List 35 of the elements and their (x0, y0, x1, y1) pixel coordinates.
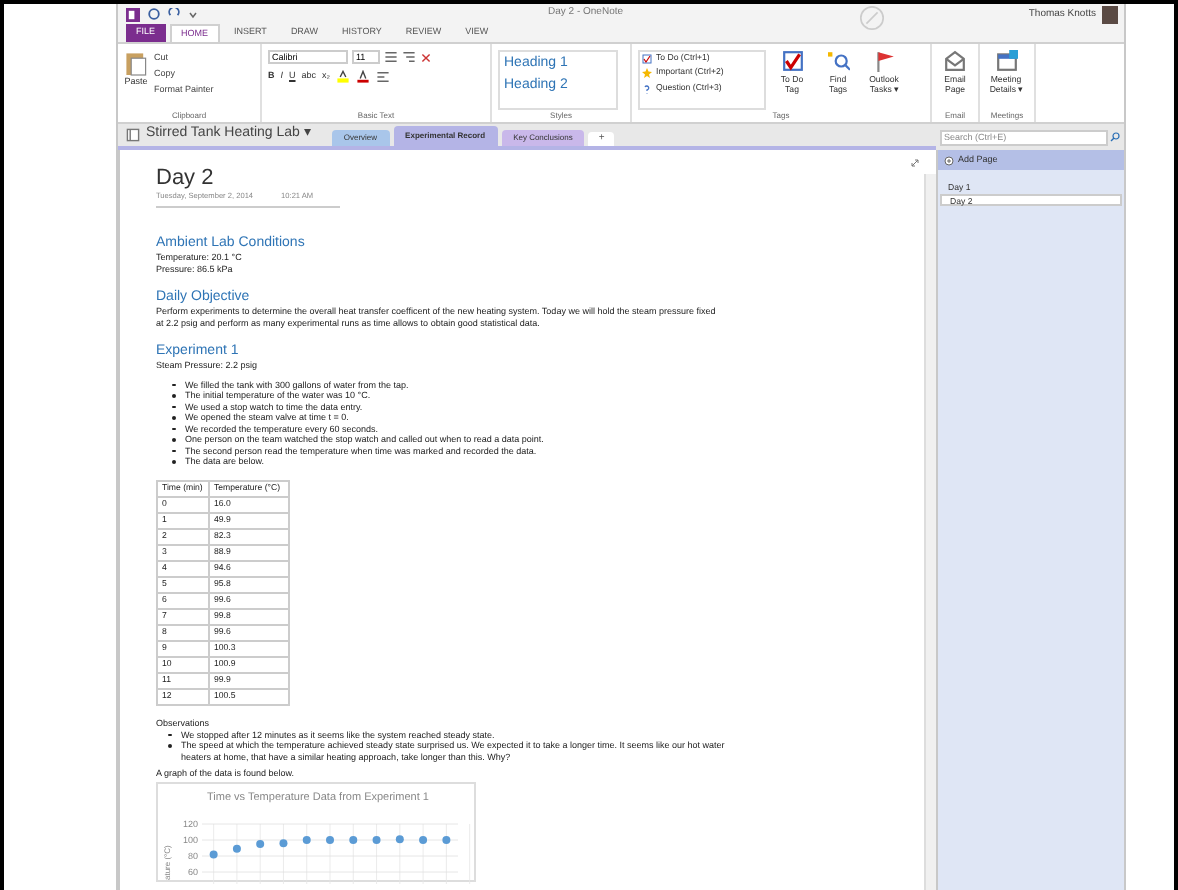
data-point (302, 836, 311, 845)
question-mark-icon (642, 83, 652, 94)
data-point (419, 836, 428, 845)
font-color-icon[interactable] (356, 70, 371, 84)
page-title: Day 2 (156, 166, 216, 192)
data-point (442, 836, 451, 845)
data-point (372, 836, 381, 845)
notebook-icon (126, 128, 140, 142)
clipboard-icon (124, 50, 148, 76)
checkbox-icon (781, 50, 803, 72)
bullets-icon[interactable] (384, 50, 398, 64)
data-point (349, 836, 358, 845)
data-point (279, 839, 288, 848)
data-point (232, 845, 241, 854)
data-point (395, 835, 404, 844)
flag-icon (873, 50, 895, 72)
clear-format-icon[interactable] (420, 51, 432, 63)
data-point (326, 836, 334, 845)
expand-icon[interactable] (910, 158, 920, 168)
align-icon[interactable] (376, 70, 391, 84)
add-icon (944, 155, 954, 165)
data-point (256, 840, 265, 849)
dropdown-icon[interactable] (188, 9, 198, 19)
avatar-placeholder (1102, 6, 1118, 24)
undo-icon[interactable] (168, 8, 180, 20)
envelope-icon (944, 50, 966, 72)
search-icon[interactable] (1110, 132, 1120, 142)
data-point (209, 850, 218, 859)
star-icon (642, 68, 652, 79)
highlight-icon[interactable] (336, 70, 351, 84)
scrollbar[interactable] (924, 174, 936, 890)
numbering-icon[interactable] (402, 50, 416, 64)
search-icon (827, 50, 849, 72)
calendar-icon (995, 50, 1017, 72)
checkbox-icon (642, 53, 652, 64)
